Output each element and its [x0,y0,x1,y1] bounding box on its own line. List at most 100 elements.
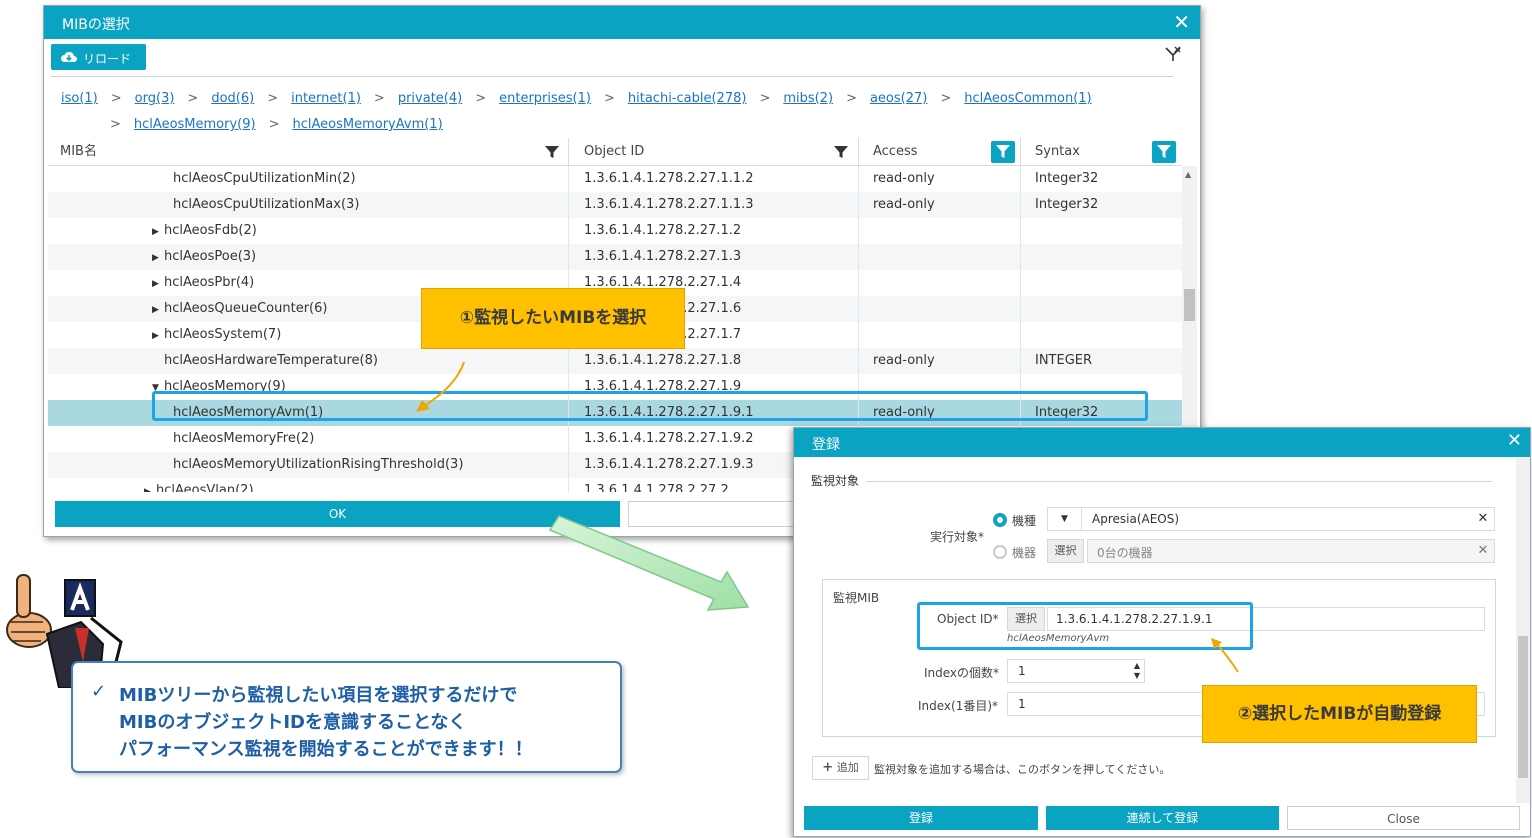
mib-name: hclAeosVlan(2) [156,483,254,492]
mib-name: hclAeosPoe(3) [164,249,257,264]
caret-right-icon[interactable]: ▶ [152,271,164,297]
register-button[interactable]: 登録 [804,806,1038,830]
radio-model-label: 機種 [1012,514,1037,528]
table-row[interactable]: hclAeosHardwareTemperature(8) 1.3.6.1.4.1… [48,348,1182,374]
cell-mib-name: ▶ hclAeosPoe(3) [48,244,569,270]
radio-device[interactable] [993,545,1007,559]
register-dialog-titlebar: 登録 ✕ [794,428,1530,457]
breadcrumb-separator: > [267,91,279,106]
breadcrumb-link[interactable]: aeos(27) [870,91,927,106]
scrollbar[interactable] [1516,458,1530,803]
cell-mib-name: hclAeosHardwareTemperature(8) [48,348,569,374]
index-count-value: 1 [1018,664,1026,678]
divider [51,76,1173,77]
index-count-stepper[interactable]: 1 ▲ ▼ [1007,659,1145,683]
message-line: MIBツリーから監視したい項目を選択するだけで [119,685,518,706]
breadcrumb-link[interactable]: hclAeosMemoryAvm(1) [292,117,442,132]
clear-model-icon[interactable]: ✕ [1472,508,1494,530]
caret-right-icon[interactable]: ▶ [152,219,164,245]
cell-access [859,270,1021,296]
add-button[interactable]: + 追加 [812,756,869,780]
breadcrumb-link[interactable]: mibs(2) [783,91,833,106]
close-icon[interactable]: ✕ [1507,430,1522,451]
cell-access: read-only [859,166,1021,192]
table-row[interactable]: hclAeosCpuUtilizationMax(3) 1.3.6.1.4.1.2… [48,192,1182,218]
message-line: MIBのオブジェクトIDを意識することなく [119,712,467,733]
reload-label: リロード [83,52,132,66]
caret-right-icon[interactable]: ▶ [144,479,156,492]
scrollbar-thumb[interactable] [1184,289,1195,321]
cell-mib-name: ▶ hclAeosVlan(2) [48,478,569,492]
breadcrumb: iso(1) > org(3) > dod(6) > internet(1) > private… [61,86,1161,138]
callout-select-mib: ①監視したいMIBを選択 [421,288,685,349]
breadcrumb-link[interactable]: enterprises(1) [499,91,591,106]
column-header-object-id[interactable]: Object ID [569,138,859,166]
index-first-value: 1 [1018,697,1026,711]
model-select[interactable]: ▼ Apresia(AEOS) [1047,507,1495,531]
radio-model[interactable] [993,513,1007,527]
stepper-arrows-icon[interactable]: ▲ ▼ [1134,661,1140,681]
mib-name: hclAeosPbr(4) [164,275,255,290]
breadcrumb-link[interactable]: org(3) [135,91,175,106]
caret-right-icon[interactable]: ▶ [152,323,164,349]
breadcrumb-link[interactable]: hclAeosCommon(1) [964,91,1091,106]
reload-button[interactable]: リロード [51,44,146,70]
table-row[interactable]: ▶ hclAeosPoe(3) 1.3.6.1.4.1.278.2.27.1.3 [48,244,1182,270]
filter-active-icon[interactable] [1152,141,1176,163]
scrollbar-thumb[interactable] [1518,636,1528,778]
filter-icon[interactable] [542,142,562,162]
mib-name: hclAeosCpuUtilizationMax(3) [173,197,360,212]
column-header-access[interactable]: Access [859,138,1021,166]
cell-access [859,322,1021,348]
register-continue-button[interactable]: 連続して登録 [1046,806,1279,830]
add-hint: 監視対象を追加する場合は、このボタンを押してください。 [874,763,1171,776]
breadcrumb-separator: > [475,91,487,106]
mib-name: hclAeosSystem(7) [164,327,282,342]
caret-right-icon[interactable]: ▶ [152,297,164,323]
filter-icon[interactable] [831,142,851,162]
device-select-button[interactable]: 選択 [1047,539,1084,563]
breadcrumb-separator: > [940,91,952,106]
table-row[interactable]: ▶ hclAeosFdb(2) 1.3.6.1.4.1.278.2.27.1.2 [48,218,1182,244]
selected-row-highlight [152,391,1148,421]
flow-arrow [548,515,750,611]
filter-clear-icon[interactable] [1164,45,1182,63]
breadcrumb-link[interactable]: hclAeosMemory(9) [134,117,256,132]
breadcrumb-link[interactable]: hitachi-cable(278) [628,91,747,106]
cell-access [859,244,1021,270]
ok-button[interactable]: OK [55,501,620,527]
cell-object-id: 1.3.6.1.4.1.278.2.27.1.3 [569,244,859,270]
cell-syntax [1021,296,1182,322]
cell-object-id: 1.3.6.1.4.1.278.2.27.1.1.3 [569,192,859,218]
index-first-label: Index(1番目)* [918,699,999,713]
close-button[interactable]: Close [1287,806,1520,830]
breadcrumb-link[interactable]: iso(1) [61,91,98,106]
column-header-syntax[interactable]: Syntax [1021,138,1182,166]
index-count-label: Indexの個数* [924,666,1000,680]
filter-active-icon[interactable] [991,141,1015,163]
breadcrumb-separator: > [110,117,121,132]
mib-dialog-titlebar: MIBの選択 ✕ [44,6,1200,39]
chevron-down-icon[interactable]: ▼ [1048,508,1082,530]
breadcrumb-link[interactable]: dod(6) [211,91,254,106]
cell-access: read-only [859,192,1021,218]
breadcrumb-separator: > [268,117,280,132]
breadcrumb-separator: > [373,91,385,106]
scroll-up-icon[interactable]: ▲ [1185,170,1191,179]
callout-auto-register: ②選択したMIBが自動登録 [1202,685,1477,743]
divider [866,481,1492,482]
column-header-mib-name[interactable]: MIB名 [48,138,569,166]
breadcrumb-separator: > [846,91,857,106]
target-label: 実行対象* [930,530,985,544]
breadcrumb-link[interactable]: internet(1) [291,91,361,106]
table-row[interactable]: hclAeosCpuUtilizationMin(2) 1.3.6.1.4.1.2… [48,166,1182,192]
mib-name: hclAeosCpuUtilizationMin(2) [173,171,356,186]
close-icon[interactable]: ✕ [1173,10,1190,34]
caret-right-icon[interactable]: ▶ [152,245,164,271]
radio-device-label: 機器 [1012,546,1037,560]
column-label: Object ID [584,144,645,159]
cell-object-id: 1.3.6.1.4.1.278.2.27.1.2 [569,218,859,244]
breadcrumb-link[interactable]: private(4) [398,91,462,106]
mib-name: hclAeosMemoryFre(2) [173,431,315,446]
clear-device-icon[interactable]: ✕ [1472,540,1494,562]
